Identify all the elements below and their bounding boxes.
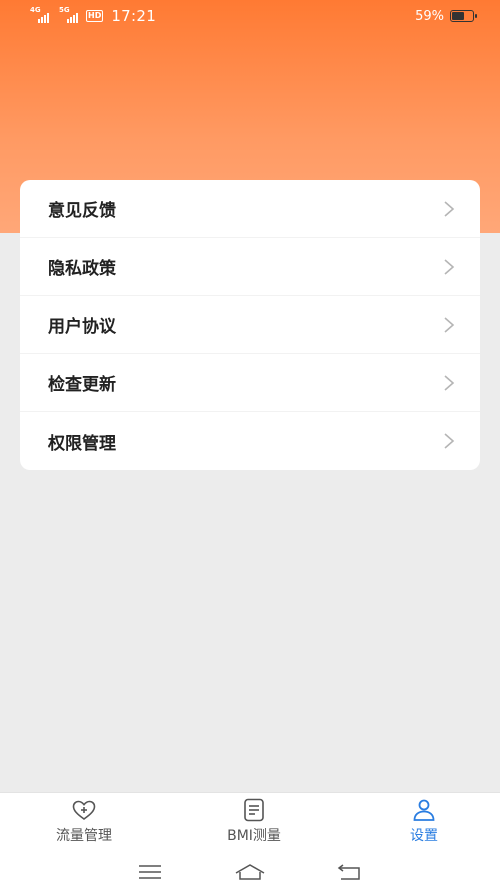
- menu-item-label: 意见反馈: [48, 201, 116, 221]
- tab-bmi[interactable]: BMI测量: [214, 798, 294, 845]
- menu-icon: [139, 865, 161, 879]
- battery-icon: [450, 10, 477, 22]
- menu-item-label: 用户协议: [48, 317, 116, 337]
- chevron-right-icon: [444, 200, 455, 217]
- home-button[interactable]: [234, 860, 266, 884]
- tab-label: 流量管理: [56, 828, 112, 844]
- net-label-5g: 5G: [59, 6, 70, 14]
- chevron-right-icon: [444, 374, 455, 391]
- menu-item-label: 检查更新: [48, 375, 116, 395]
- menu-item-label: 隐私政策: [48, 259, 116, 279]
- heart-plus-icon: [72, 800, 96, 820]
- menu-item-check-update[interactable]: 检查更新: [20, 354, 480, 412]
- tab-settings[interactable]: 设置: [384, 798, 464, 845]
- tab-traffic-management[interactable]: 流量管理: [44, 798, 124, 845]
- user-icon: [413, 799, 435, 821]
- chevron-right-icon: [444, 258, 455, 275]
- chevron-right-icon: [444, 433, 455, 449]
- net-label-4g: 4G: [30, 6, 41, 14]
- tab-label: 设置: [410, 828, 438, 844]
- battery-fill: [452, 12, 464, 20]
- status-right: 59%: [415, 8, 477, 24]
- menu-item-permissions[interactable]: 权限管理: [20, 412, 480, 470]
- menu-item-privacy-policy[interactable]: 隐私政策: [20, 238, 480, 296]
- menu-item-user-agreement[interactable]: 用户协议: [20, 296, 480, 354]
- menu-item-feedback[interactable]: 意见反馈: [20, 180, 480, 238]
- menu-item-label: 权限管理: [48, 433, 116, 454]
- status-left: 4G 5G HD 17:21: [30, 6, 157, 25]
- clock: 17:21: [111, 7, 157, 25]
- system-nav-bar: [0, 850, 500, 894]
- document-icon: [244, 798, 264, 822]
- signal-4g: 4G: [30, 6, 49, 23]
- back-button[interactable]: [334, 860, 366, 884]
- tab-bar: 流量管理 BMI测量 设置: [0, 792, 500, 850]
- back-icon: [337, 864, 360, 880]
- signal-5g: 5G: [59, 6, 78, 23]
- settings-menu: 意见反馈 隐私政策 用户协议 检查更新 权限管理: [20, 180, 480, 470]
- hd-badge: HD: [86, 10, 104, 22]
- home-icon: [235, 864, 265, 880]
- menu-button[interactable]: [134, 860, 166, 884]
- status-bar: 4G 5G HD 17:21 59%: [0, 0, 500, 32]
- tab-label: BMI测量: [227, 828, 281, 844]
- battery-percent: 59%: [415, 8, 444, 24]
- chevron-right-icon: [444, 316, 455, 333]
